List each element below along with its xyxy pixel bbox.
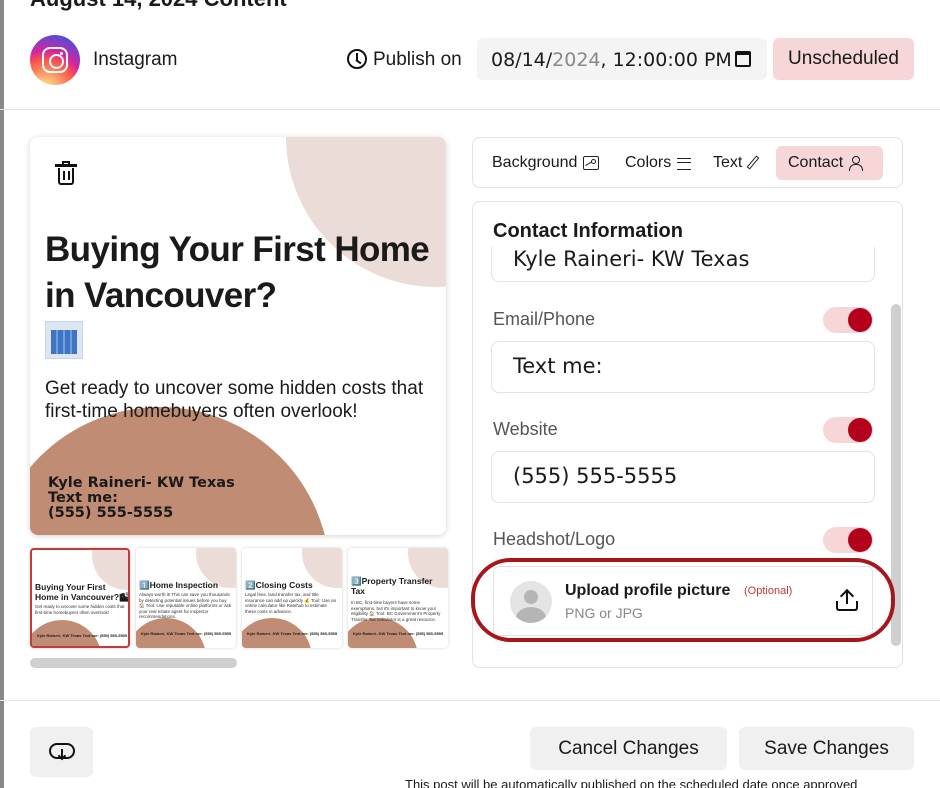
upload-formats: PNG or JPG xyxy=(565,605,643,621)
contact-panel-title: Contact Information xyxy=(493,220,683,242)
window-edge xyxy=(0,0,4,788)
calendar-icon[interactable] xyxy=(735,51,751,67)
cancel-changes-button[interactable]: Cancel Changes xyxy=(530,727,727,770)
sliders-icon xyxy=(677,157,692,170)
thumbnail-contact: Kyle Raineri- KW Texas Text me: (555) 55… xyxy=(353,631,444,636)
preview-contact-name: Kyle Raineri- KW Texas xyxy=(48,475,235,491)
editor-tabs: Background Colors Text Contact xyxy=(472,137,903,188)
upload-title: Upload profile picture xyxy=(565,582,731,599)
headshot-logo-toggle[interactable] xyxy=(823,527,873,553)
email-phone-label: Email/Phone xyxy=(493,309,596,329)
tab-colors[interactable]: Colors xyxy=(625,146,692,180)
tab-text-label: Text xyxy=(713,154,743,171)
platform-name: Instagram xyxy=(93,49,178,70)
headshot-logo-label: Headshot/Logo xyxy=(493,529,616,549)
publish-note: This post will be automatically publishe… xyxy=(405,777,858,788)
download-button[interactable] xyxy=(30,727,93,777)
save-changes-button[interactable]: Save Changes xyxy=(739,727,914,770)
clock-icon xyxy=(347,49,367,69)
thumbnail-contact: Kyle Raineri- KW Texas Text me: (555) 55… xyxy=(141,631,232,636)
thumbnail-scrollbar[interactable] xyxy=(30,658,237,668)
image-icon xyxy=(583,155,600,170)
thumbnail-text: Always worth it! This can save you thous… xyxy=(139,592,232,619)
thumbnail-2[interactable]: 1️⃣Home Inspection Always worth it! This… xyxy=(136,548,236,648)
thumbnail-title: 1️⃣Home Inspection xyxy=(139,580,219,590)
thumbnail-contact: Kyle Raineri- KW Texas Text me: (555) 55… xyxy=(37,633,128,638)
thumbnail-title: 2️⃣Closing Costs xyxy=(245,580,313,590)
preview-contact-phone: (555) 555-5555 xyxy=(48,505,174,521)
website-field[interactable]: (555) 555-5555 xyxy=(491,451,875,503)
name-field[interactable]: Kyle Raineri- KW Texas xyxy=(491,247,875,282)
preview-contact-line: Text me: xyxy=(48,490,118,506)
date-time: , 12:00:00 PM xyxy=(600,49,732,71)
thumbnail-contact: Kyle Raineri- KW Texas Text me: (555) 55… xyxy=(247,631,338,636)
upload-profile-picture[interactable]: Upload profile picture (Optional) PNG or… xyxy=(493,566,873,636)
modal-title: August 14, 2024 Content xyxy=(30,0,287,12)
thumbnail-1[interactable]: Buying Your First Home in Vancouver?🏙 Ge… xyxy=(30,548,130,648)
post-preview: Buying Your First Home in Vancouver? Get… xyxy=(30,137,446,535)
slide-thumbnails: Buying Your First Home in Vancouver?🏙 Ge… xyxy=(30,548,448,648)
instagram-icon xyxy=(30,35,80,85)
tab-contact[interactable]: Contact xyxy=(776,146,883,180)
tab-colors-label: Colors xyxy=(625,154,672,171)
email-phone-toggle[interactable] xyxy=(823,307,873,333)
website-label: Website xyxy=(493,419,558,439)
date-year: 2024 xyxy=(552,49,601,71)
preview-title: Buying Your First Home in Vancouver? xyxy=(45,230,430,315)
upload-icon[interactable] xyxy=(836,588,858,613)
contact-panel: Kyle Raineri- KW Texas Contact Informati… xyxy=(472,201,903,668)
date-month-day: 08/14/ xyxy=(491,49,553,71)
cloud-download-icon xyxy=(49,743,75,759)
modal-header: August 14, 2024 Content Instagram Publis… xyxy=(0,0,940,110)
pencil-icon xyxy=(746,155,760,170)
cityscape-icon xyxy=(45,321,83,359)
website-toggle[interactable] xyxy=(823,417,873,443)
avatar-placeholder-icon xyxy=(510,581,552,623)
person-icon xyxy=(849,155,864,171)
preview-subtitle: Get ready to uncover some hidden costs t… xyxy=(45,378,424,422)
tab-contact-label: Contact xyxy=(788,154,844,171)
thumbnail-text: Legal fees, land transfer tax, and title… xyxy=(245,592,337,614)
email-phone-field[interactable]: Text me: xyxy=(491,341,875,393)
trash-icon[interactable] xyxy=(55,161,77,185)
thumbnail-4[interactable]: 3️⃣Property Transfer Tax In BC, first-ti… xyxy=(348,548,448,648)
thumbnail-text: Get ready to uncover some hidden costs t… xyxy=(35,604,125,615)
preview-contact: Kyle Raineri- KW Texas Text me: (555) 55… xyxy=(48,476,235,521)
tab-background[interactable]: Background xyxy=(492,146,600,180)
thumbnail-text: In BC, first-time buyers have some exemp… xyxy=(351,600,441,622)
unscheduled-button[interactable]: Unscheduled xyxy=(773,38,914,80)
panel-scrollbar[interactable] xyxy=(891,304,901,646)
upload-optional: (Optional) xyxy=(744,585,793,597)
publish-date-input[interactable]: 08/14/2024, 12:00:00 PM xyxy=(477,38,767,80)
tab-text[interactable]: Text xyxy=(713,146,760,180)
thumbnail-title: 3️⃣Property Transfer Tax xyxy=(351,576,433,596)
publish-label: Publish on xyxy=(373,49,462,70)
thumbnail-title: Buying Your First Home in Vancouver?🏙 xyxy=(35,582,130,602)
thumbnail-3[interactable]: 2️⃣Closing Costs Legal fees, land transf… xyxy=(242,548,342,648)
tab-background-label: Background xyxy=(492,154,578,171)
